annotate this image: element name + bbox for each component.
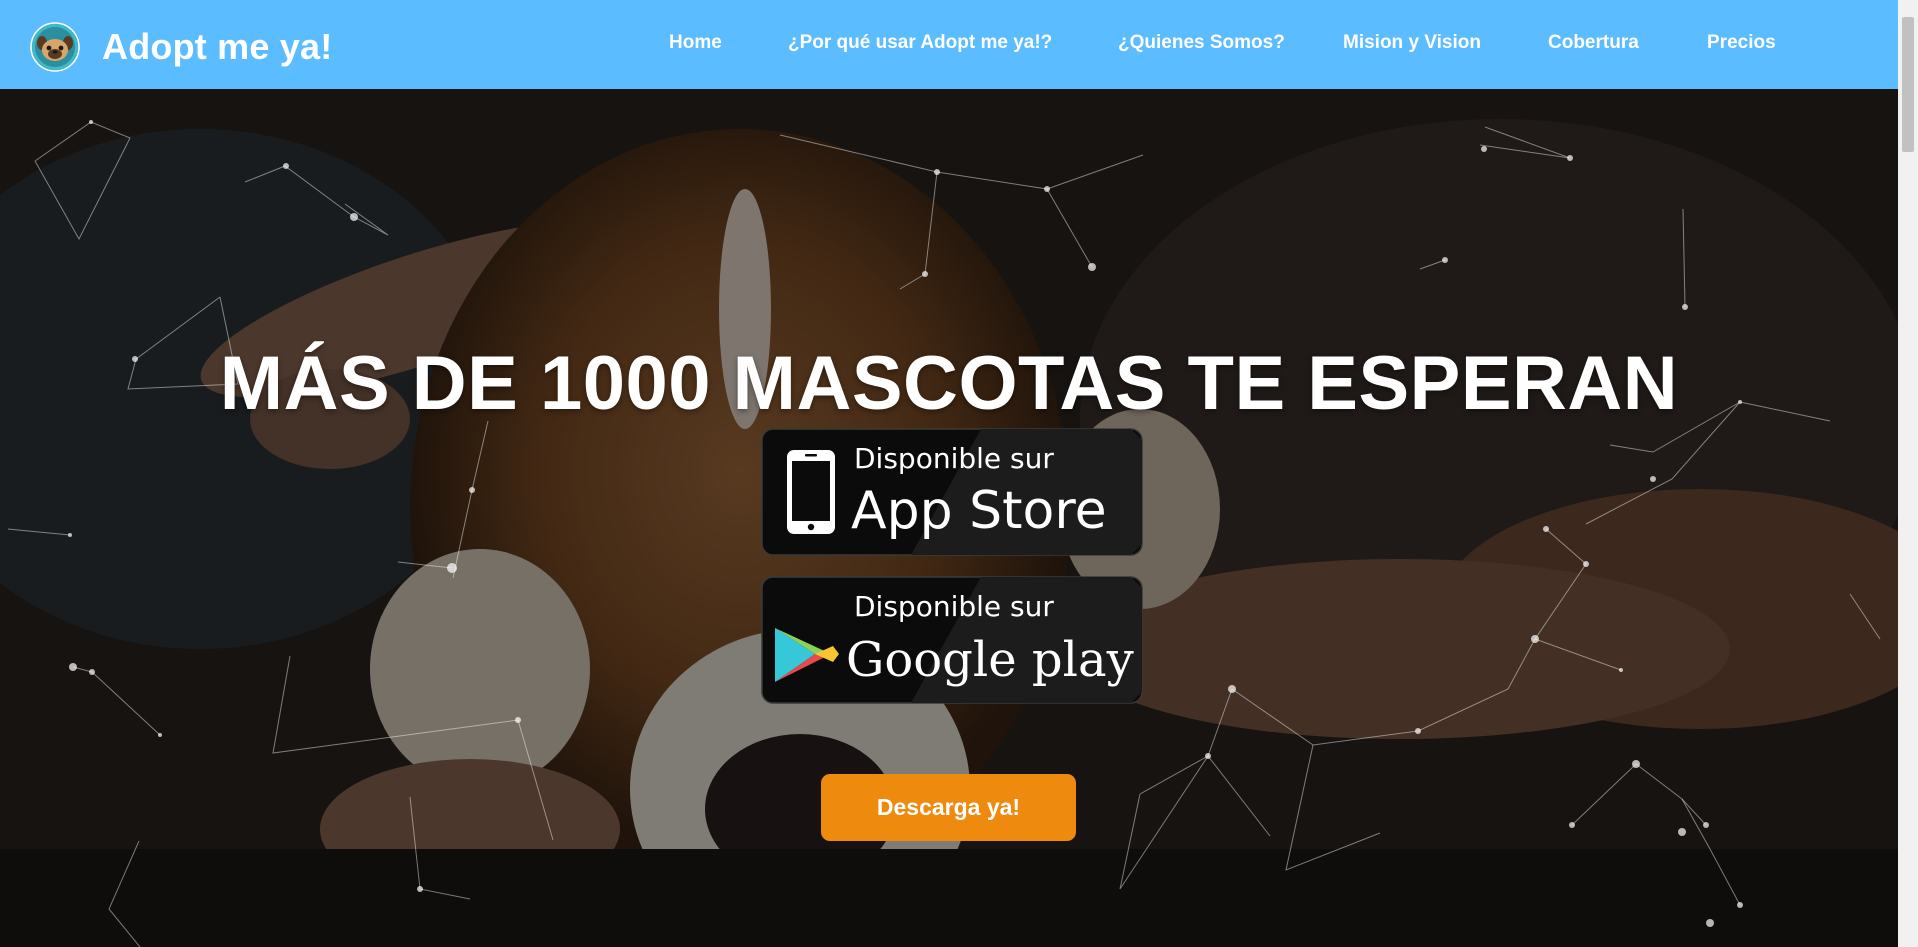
navbar: Adopt me ya! Home ¿Por qué usar Adopt me… [0, 0, 1898, 89]
download-cta-button[interactable]: Descarga ya! [821, 774, 1076, 841]
nav-item-home[interactable]: Home [669, 32, 722, 54]
nav-item-precios[interactable]: Precios [1707, 32, 1776, 54]
google-play-top-text: Disponible sur [854, 590, 1054, 623]
hero-section: MÁS DE 1000 MASCOTAS TE ESPERAN Disponib… [0, 89, 1898, 947]
app-store-name: App Store [851, 481, 1107, 541]
nav-item-cobertura[interactable]: Cobertura [1548, 32, 1639, 54]
nav-item-por-que-usar[interactable]: ¿Por qué usar Adopt me ya!? [788, 32, 1052, 54]
nav-item-quienes-somos[interactable]: ¿Quienes Somos? [1118, 32, 1285, 54]
google-play-name: Google play [846, 632, 1134, 688]
nav-menu: Home ¿Por qué usar Adopt me ya!? ¿Quiene… [0, 32, 1898, 58]
app-store-badge[interactable]: Disponible sur App Store [761, 428, 1143, 556]
scrollbar-thumb[interactable] [1902, 17, 1914, 152]
google-play-badge[interactable]: Disponible sur Google play [761, 576, 1143, 704]
app-store-top-text: Disponible sur [854, 442, 1054, 475]
iphone-icon [787, 450, 835, 534]
hero-headline: MÁS DE 1000 MASCOTAS TE ESPERAN [219, 340, 1679, 426]
page-scrollbar[interactable] [1898, 0, 1918, 947]
nav-item-mision-vision[interactable]: Mision y Vision [1343, 32, 1481, 54]
